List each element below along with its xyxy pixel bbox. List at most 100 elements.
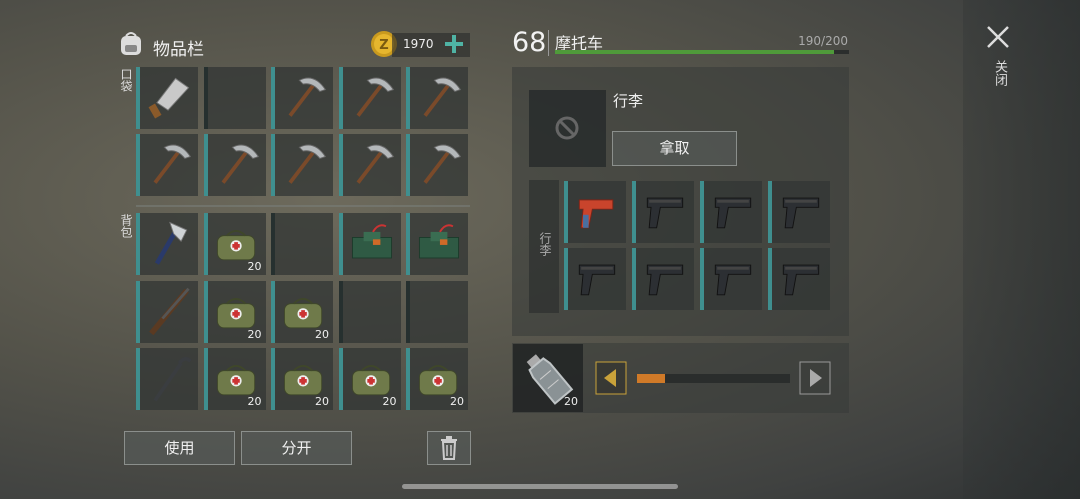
slot-accent-bar	[406, 67, 410, 129]
use-button-label: 使用	[164, 439, 195, 457]
pocket-slot[interactable]	[406, 134, 468, 196]
slot-count: 20	[247, 327, 262, 341]
pistol-icon	[646, 197, 684, 229]
pocket-slot[interactable]	[203, 134, 266, 196]
backpack-slot[interactable]: 20	[203, 213, 266, 275]
luggage-slot[interactable]	[768, 248, 830, 310]
take-button[interactable]: 拿取	[612, 131, 737, 166]
pistol-icon	[646, 264, 684, 296]
luggage-slot[interactable]	[700, 181, 762, 243]
use-button[interactable]: 使用	[124, 431, 235, 465]
slot-accent-bar	[768, 248, 772, 310]
slot-accent-bar	[338, 213, 343, 275]
slot-accent-bar	[632, 248, 636, 310]
shotgun-icon	[149, 287, 190, 335]
backpack-slot[interactable]	[406, 213, 468, 275]
pocket-slot[interactable]	[406, 67, 468, 129]
backpack-slot[interactable]	[338, 213, 401, 275]
hatchet-icon	[154, 221, 188, 265]
inventory-title: 物品栏	[153, 40, 204, 60]
pickaxe-icon	[221, 144, 259, 184]
slot-count: 20	[247, 260, 262, 273]
backpack-slot[interactable]: 20	[203, 280, 266, 343]
storage-title: 行李	[613, 92, 644, 110]
decrease-arrow-button[interactable]	[595, 361, 627, 395]
luggage-slot[interactable]	[632, 181, 694, 243]
pistol-icon	[782, 264, 820, 296]
backpack-slot[interactable]: 20	[338, 348, 401, 410]
slot-accent-bar	[700, 181, 704, 243]
split-button-label: 分开	[281, 439, 312, 457]
pocket-slot[interactable]	[136, 67, 198, 129]
durability-text: 190/200	[798, 34, 848, 48]
pistol-icon	[714, 264, 752, 296]
level-divider	[548, 30, 549, 56]
backpack-slot[interactable]	[406, 280, 468, 343]
pocket-slot[interactable]	[338, 134, 401, 196]
slot-accent-bar	[203, 134, 208, 196]
pocket-slot[interactable]	[271, 134, 333, 196]
slot-accent-bar	[338, 348, 343, 410]
backpack-slot[interactable]	[271, 213, 333, 275]
luggage-label: 行李	[538, 232, 552, 256]
slot-accent-bar	[271, 134, 275, 196]
backpack-icon	[116, 28, 146, 58]
pickaxe-icon	[423, 77, 462, 117]
slot-accent-bar	[136, 134, 140, 196]
slot-count: 20	[382, 395, 397, 408]
cleaver-icon	[148, 77, 190, 119]
pocket-slot[interactable]	[136, 134, 198, 196]
luggage-slot[interactable]	[700, 248, 762, 310]
backpack-slot[interactable]	[136, 348, 198, 410]
no-item-icon	[555, 116, 579, 140]
backpack-slot[interactable]	[136, 280, 198, 343]
pistol-icon	[782, 197, 820, 229]
backpack-slot[interactable]: 20	[271, 280, 333, 343]
slot-accent-bar	[564, 248, 568, 310]
pocket-slot[interactable]	[338, 67, 401, 129]
fuel-item-count: 20	[564, 395, 578, 408]
take-button-label: 拿取	[659, 139, 690, 157]
split-button[interactable]: 分开	[241, 431, 352, 465]
increase-arrow-button[interactable]	[799, 361, 831, 395]
trash-button[interactable]	[427, 431, 471, 465]
slot-accent-bar	[768, 181, 772, 243]
explosive-crate-icon	[351, 224, 392, 259]
slot-accent-bar	[271, 348, 275, 410]
slot-accent-bar	[338, 280, 343, 343]
slot-accent-bar	[632, 181, 636, 243]
slot-count: 20	[450, 395, 464, 408]
backpack-slot[interactable]	[136, 213, 198, 275]
close-icon	[987, 26, 1009, 48]
slot-count: 20	[247, 395, 262, 408]
pocket-slot[interactable]	[203, 67, 266, 129]
backpack-slot[interactable]: 20	[203, 348, 266, 410]
fuel-slider[interactable]	[637, 374, 790, 383]
add-coins-button[interactable]	[443, 33, 465, 55]
storage-slot[interactable]	[529, 90, 606, 167]
pocket-slot[interactable]	[271, 67, 333, 129]
slot-accent-bar	[271, 67, 275, 129]
luggage-slot[interactable]	[768, 181, 830, 243]
slot-accent-bar	[136, 213, 140, 275]
slot-count: 20	[315, 327, 329, 341]
slot-accent-bar	[203, 348, 208, 410]
slot-count: 20	[315, 395, 329, 408]
slot-accent-bar	[203, 280, 208, 343]
slot-accent-bar	[271, 213, 275, 275]
pistol-icon	[714, 197, 752, 229]
backpack-slot[interactable]	[338, 280, 401, 343]
close-button[interactable]: 关闭	[983, 22, 1015, 102]
backpack-slot[interactable]: 20	[271, 348, 333, 410]
luggage-slot[interactable]	[632, 248, 694, 310]
backpack-slot[interactable]: 20	[406, 348, 468, 410]
backpack-label: 背包	[119, 214, 133, 238]
home-indicator	[402, 484, 678, 489]
fuel-item-slot[interactable]: 20	[513, 344, 583, 412]
flare-gun-icon	[578, 199, 614, 229]
luggage-slot[interactable]	[564, 248, 626, 310]
coin-count: 1970	[403, 37, 434, 51]
slot-accent-bar	[406, 348, 410, 410]
luggage-slot[interactable]	[564, 181, 626, 243]
pickaxe-icon	[356, 77, 394, 117]
